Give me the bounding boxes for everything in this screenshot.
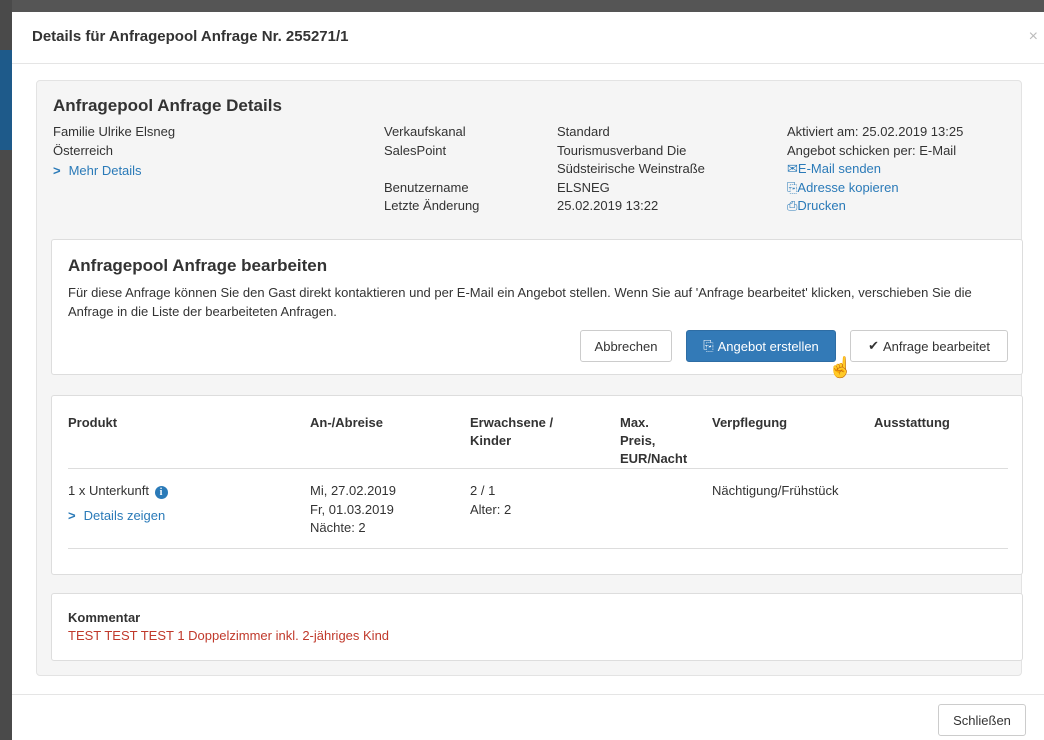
username-label: Benutzername: [384, 179, 469, 195]
info-icon[interactable]: i: [154, 486, 168, 499]
header-product: Produkt: [68, 415, 118, 430]
cancel-button[interactable]: Abbrechen: [580, 330, 672, 362]
persons-count: 2 / 1: [470, 483, 496, 498]
copy-address-label: Adresse kopieren: [797, 179, 899, 195]
print-icon: ⎙: [787, 198, 798, 213]
sales-channel-value: Standard: [557, 124, 610, 139]
header-board: Verpflegung: [712, 415, 788, 430]
mark-processed-label: Anfrage bearbeitet: [882, 338, 990, 354]
activated-text: Aktiviert am: 25.02.2019 13:25: [787, 124, 964, 139]
show-details-link[interactable]: > Details zeigen: [68, 507, 168, 526]
cell-persons: 2 / 1 Alter: 2: [470, 482, 511, 519]
chevron-right-icon: >: [68, 507, 76, 523]
details-title: Anfragepool Anfrage Details: [53, 96, 282, 115]
header-adults-line1: Erwachsene /: [470, 415, 554, 430]
create-offer-label: Angebot erstellen: [717, 338, 819, 354]
envelope-icon: ✉: [787, 161, 798, 176]
copy-icon: ⎘: [703, 338, 714, 353]
child-ages: Alter: 2: [470, 501, 512, 517]
last-change-label: Letzte Änderung: [384, 198, 480, 213]
print-link[interactable]: ⎙Drucken: [787, 197, 963, 216]
product-label: 1 x Unterkunft: [68, 483, 149, 498]
guest-name: Familie Ulrike Elsneg: [53, 124, 176, 139]
close-button[interactable]: Schließen: [938, 704, 1026, 736]
header-divider: [68, 468, 1008, 469]
edit-description: Für diese Anfrage können Sie den Gast di…: [68, 285, 972, 319]
details-well: Anfragepool Anfrage Details Familie Ulri…: [36, 80, 1023, 676]
salespoint-label: SalesPoint: [384, 142, 447, 158]
cell-arrival: Mi, 27.02.2019 Fr, 01.03.2019 Nächte: 2: [310, 482, 396, 538]
header-adults: Erwachsene / Kinder: [470, 414, 553, 450]
copy-icon: ⎘: [787, 179, 798, 195]
background-page-header: [0, 0, 1044, 12]
row-divider: [68, 548, 1008, 549]
header-adults-line2: Kinder: [470, 433, 512, 448]
header-equipment: Ausstattung: [874, 415, 950, 430]
header-arrival: An-/Abreise: [310, 415, 383, 430]
checkmark-icon: ✔: [868, 338, 879, 353]
last-change-value: 25.02.2019 13:22: [557, 198, 659, 213]
header-max-price-line3: EUR/Nacht: [620, 451, 688, 466]
send-email-link[interactable]: ✉E-Mail senden: [787, 160, 963, 179]
background-nav-highlight: [0, 50, 12, 150]
comment-panel: Kommentar TEST TEST TEST 1 Doppelzimmer …: [51, 593, 1023, 661]
header-max-price: Max. Preis, EUR/Nacht: [620, 414, 687, 468]
edit-panel: Anfragepool Anfrage bearbeiten Für diese…: [51, 239, 1023, 379]
chevron-right-icon: >: [53, 163, 61, 178]
close-icon[interactable]: ×: [1029, 28, 1038, 46]
cell-product: 1 x Unterkunft i > Details zeigen: [68, 482, 168, 525]
close-label: Schließen: [953, 712, 1011, 728]
print-label: Drucken: [797, 198, 846, 213]
arrival-date: Mi, 27.02.2019: [310, 483, 397, 498]
mark-processed-button[interactable]: ✔ Anfrage bearbeitet: [850, 330, 1008, 362]
salespoint-value-2: Südsteirische Weinstraße: [557, 161, 705, 176]
modal-title: Details für Anfragepool Anfrage Nr. 2552…: [32, 28, 349, 45]
username-value: ELSNEG: [557, 179, 610, 195]
cancel-label: Abbrechen: [594, 338, 658, 354]
meta-labels: Verkaufskanal SalesPoint Benutzername Le…: [384, 123, 479, 216]
cell-board: Nächtigung/Frühstück: [712, 482, 838, 501]
comment-text: TEST TEST TEST 1 Doppelzimmer inkl. 2-jä…: [68, 628, 390, 643]
product-table-panel: Produkt An-/Abreise Erwachsene / Kinder …: [51, 395, 1023, 575]
show-details-label: Details zeigen: [83, 507, 166, 523]
send-offer-via-text: Angebot schicken per: E-Mail: [787, 142, 957, 158]
create-offer-button[interactable]: ⎘ Angebot erstellen: [686, 330, 836, 362]
background-page-sidebar: [0, 0, 12, 740]
comment-title: Kommentar: [68, 610, 141, 625]
departure-date: Fr, 01.03.2019: [310, 501, 394, 517]
hand-cursor-icon: ☝: [828, 357, 853, 379]
header-max-price-line2: Preis,: [620, 433, 656, 448]
guest-country: Österreich: [53, 142, 113, 158]
footer-divider: [12, 694, 1044, 695]
send-email-label: E-Mail senden: [797, 161, 882, 176]
more-details-label: Mehr Details: [68, 163, 142, 178]
edit-title: Anfragepool Anfrage bearbeiten: [68, 256, 328, 275]
header-max-price-line1: Max.: [620, 415, 649, 430]
sales-channel-label: Verkaufskanal: [384, 124, 466, 139]
meta-values: Standard Tourismusverband Die Südsteiris…: [557, 123, 737, 216]
more-details-link[interactable]: > Mehr Details: [53, 162, 175, 181]
salespoint-value-1: Tourismusverband Die: [557, 142, 687, 158]
copy-address-link[interactable]: ⎘Adresse kopieren: [787, 179, 963, 198]
guest-info: Familie Ulrike Elsneg Österreich > Mehr D…: [53, 123, 175, 181]
nights: Nächte: 2: [310, 520, 366, 535]
request-details-modal: Details für Anfragepool Anfrage Nr. 2552…: [12, 12, 1044, 740]
modal-header: Details für Anfragepool Anfrage Nr. 2552…: [12, 12, 1044, 64]
actions-column: Aktiviert am: 25.02.2019 13:25 Angebot s…: [787, 123, 963, 216]
board-value: Nächtigung/Frühstück: [712, 483, 839, 498]
